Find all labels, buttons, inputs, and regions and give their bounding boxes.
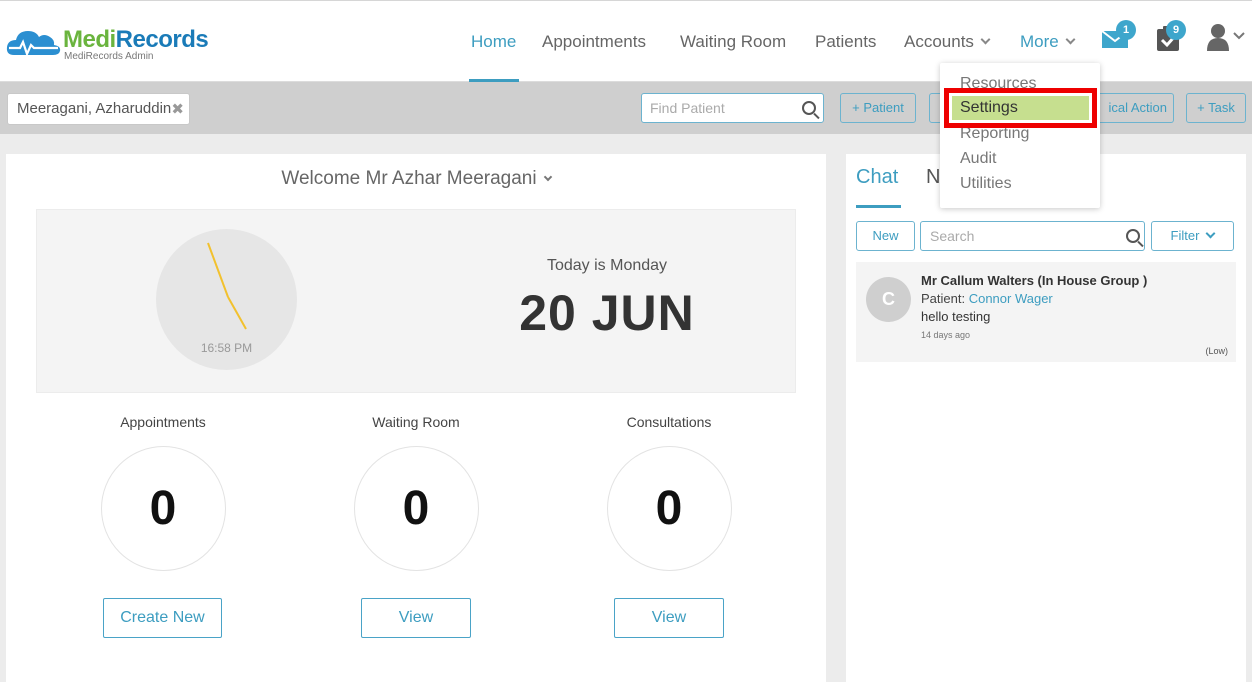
patient-link[interactable]: Connor Wager: [969, 291, 1053, 306]
patient-label: Patient:: [921, 291, 969, 306]
filter-label: Filter: [1170, 228, 1200, 243]
new-chat-button[interactable]: New: [856, 221, 915, 251]
dashboard-panel: Welcome Mr Azhar Meeragani 16:58 PM Toda…: [6, 154, 826, 682]
active-patient-chip[interactable]: Meeragani, Azharuddin ✖: [7, 93, 190, 125]
date-label: 20 JUN: [519, 285, 695, 341]
chevron-down-icon: [1205, 228, 1216, 239]
logo-title: MediRecords: [63, 26, 209, 53]
nav-patients[interactable]: Patients: [815, 32, 876, 52]
menu-item-audit[interactable]: Audit: [960, 150, 996, 168]
message-patient: Patient: Connor Wager: [921, 291, 1053, 306]
messages-button[interactable]: 1: [1100, 20, 1136, 58]
stat-label: Appointments: [120, 414, 206, 430]
close-icon[interactable]: ✖: [171, 100, 184, 118]
search-icon[interactable]: [802, 101, 816, 115]
add-task-button[interactable]: + Task: [1186, 93, 1246, 123]
date-time-panel: 16:58 PM Today is Monday 20 JUN: [36, 209, 796, 393]
view-waiting-room-button[interactable]: View: [361, 598, 471, 638]
message-priority: (Low): [1205, 346, 1228, 356]
stat-value: 0: [606, 446, 732, 571]
today-label: Today is Monday: [546, 257, 668, 274]
analog-clock: 16:58 PM: [156, 229, 297, 370]
chat-search-placeholder: Search: [930, 228, 975, 244]
filter-button[interactable]: Filter: [1151, 221, 1234, 251]
active-patient-name: Meeragani, Azharuddin: [17, 100, 172, 117]
chevron-down-icon: [980, 34, 991, 45]
medirecords-logo[interactable]: MediRecords MediRecords Admin: [6, 23, 236, 65]
stat-label: Waiting Room: [372, 414, 460, 430]
nav-appointments[interactable]: Appointments: [542, 32, 646, 52]
chevron-down-icon: [1065, 34, 1076, 45]
chat-message-item[interactable]: C Mr Callum Walters (In House Group ) Pa…: [856, 262, 1236, 362]
nav-home[interactable]: Home: [471, 32, 516, 52]
active-tab-indicator: [856, 205, 901, 208]
message-timestamp: 14 days ago: [921, 330, 971, 340]
add-patient-button[interactable]: + Patient: [840, 93, 916, 123]
find-patient-input[interactable]: Find Patient: [641, 93, 824, 123]
menu-item-settings[interactable]: Settings: [960, 99, 1018, 117]
nav-accounts[interactable]: Accounts: [904, 32, 991, 52]
nav-waiting-room[interactable]: Waiting Room: [680, 32, 786, 52]
user-menu-button[interactable]: [1206, 23, 1246, 58]
nav-accounts-label: Accounts: [904, 32, 974, 51]
message-text: hello testing: [921, 309, 991, 324]
message-sender: Mr Callum Walters (In House Group ): [921, 273, 1148, 288]
find-patient-placeholder: Find Patient: [650, 100, 725, 116]
clock-time-label: 16:58 PM: [200, 341, 253, 355]
menu-item-utilities[interactable]: Utilities: [960, 175, 1012, 193]
view-consultations-button[interactable]: View: [614, 598, 724, 638]
tasks-button[interactable]: 9: [1154, 20, 1186, 58]
user-icon: [1207, 24, 1245, 51]
tab-notes[interactable]: N: [926, 166, 940, 189]
logo-subtitle: MediRecords Admin: [64, 51, 154, 62]
messages-badge: 1: [1116, 20, 1136, 40]
chat-search-input[interactable]: Search: [920, 221, 1145, 251]
avatar: C: [866, 277, 911, 322]
tasks-badge: 9: [1166, 20, 1186, 40]
chevron-down-icon: [543, 172, 552, 182]
search-icon[interactable]: [1126, 229, 1140, 243]
more-dropdown-menu: Resources Reporting Audit Utilities: [940, 63, 1100, 208]
welcome-text: Welcome Mr Azhar Meeragani: [281, 168, 537, 189]
waiting-room-stat: Waiting Room 0: [316, 414, 516, 571]
create-new-appointment-button[interactable]: Create New: [103, 598, 222, 638]
welcome-heading[interactable]: Welcome Mr Azhar Meeragani: [6, 168, 826, 190]
consultations-stat: Consultations 0: [569, 414, 769, 571]
appointments-stat: Appointments 0: [63, 414, 263, 571]
nav-more[interactable]: More: [1020, 32, 1076, 52]
nav-more-label: More: [1020, 32, 1059, 51]
stat-value: 0: [100, 446, 226, 571]
chat-panel: Chat N New Search Filter C Mr Callum Wal…: [846, 154, 1246, 682]
tab-chat[interactable]: Chat: [856, 166, 898, 189]
stat-label: Consultations: [626, 414, 712, 430]
stat-value: 0: [353, 446, 479, 571]
cloud-logo-icon: [6, 31, 61, 58]
